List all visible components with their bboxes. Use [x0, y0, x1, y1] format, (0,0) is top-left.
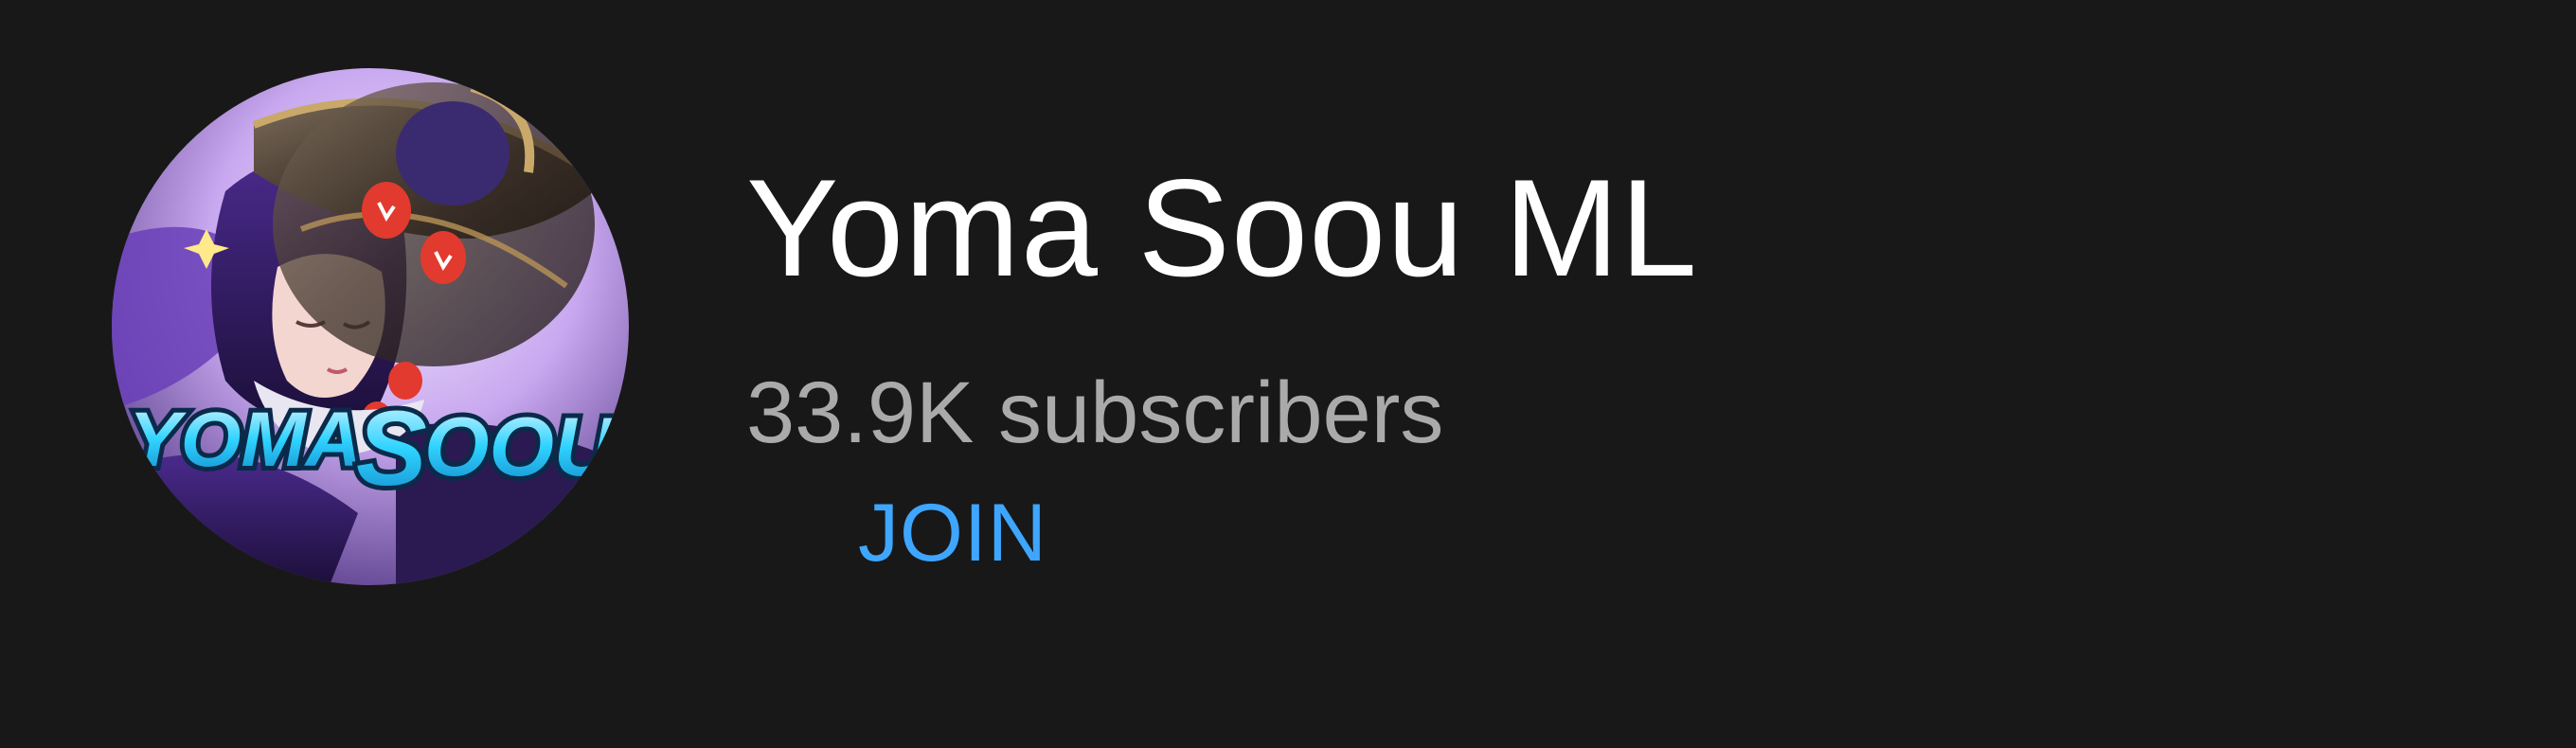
channel-header: YOMA YOMA S S OOU OOU Yoma Soou ML 33.9K…: [0, 0, 2576, 748]
channel-name[interactable]: Yoma Soou ML: [746, 159, 1698, 297]
join-button[interactable]: JOIN: [858, 492, 1047, 574]
subscriber-count: 33.9K subscribers: [746, 365, 1444, 461]
svg-text:S: S: [356, 389, 427, 508]
channel-avatar-icon[interactable]: YOMA YOMA S S OOU OOU: [112, 68, 629, 585]
svg-text:OOU: OOU: [424, 400, 617, 493]
svg-text:YOMA: YOMA: [129, 397, 362, 483]
